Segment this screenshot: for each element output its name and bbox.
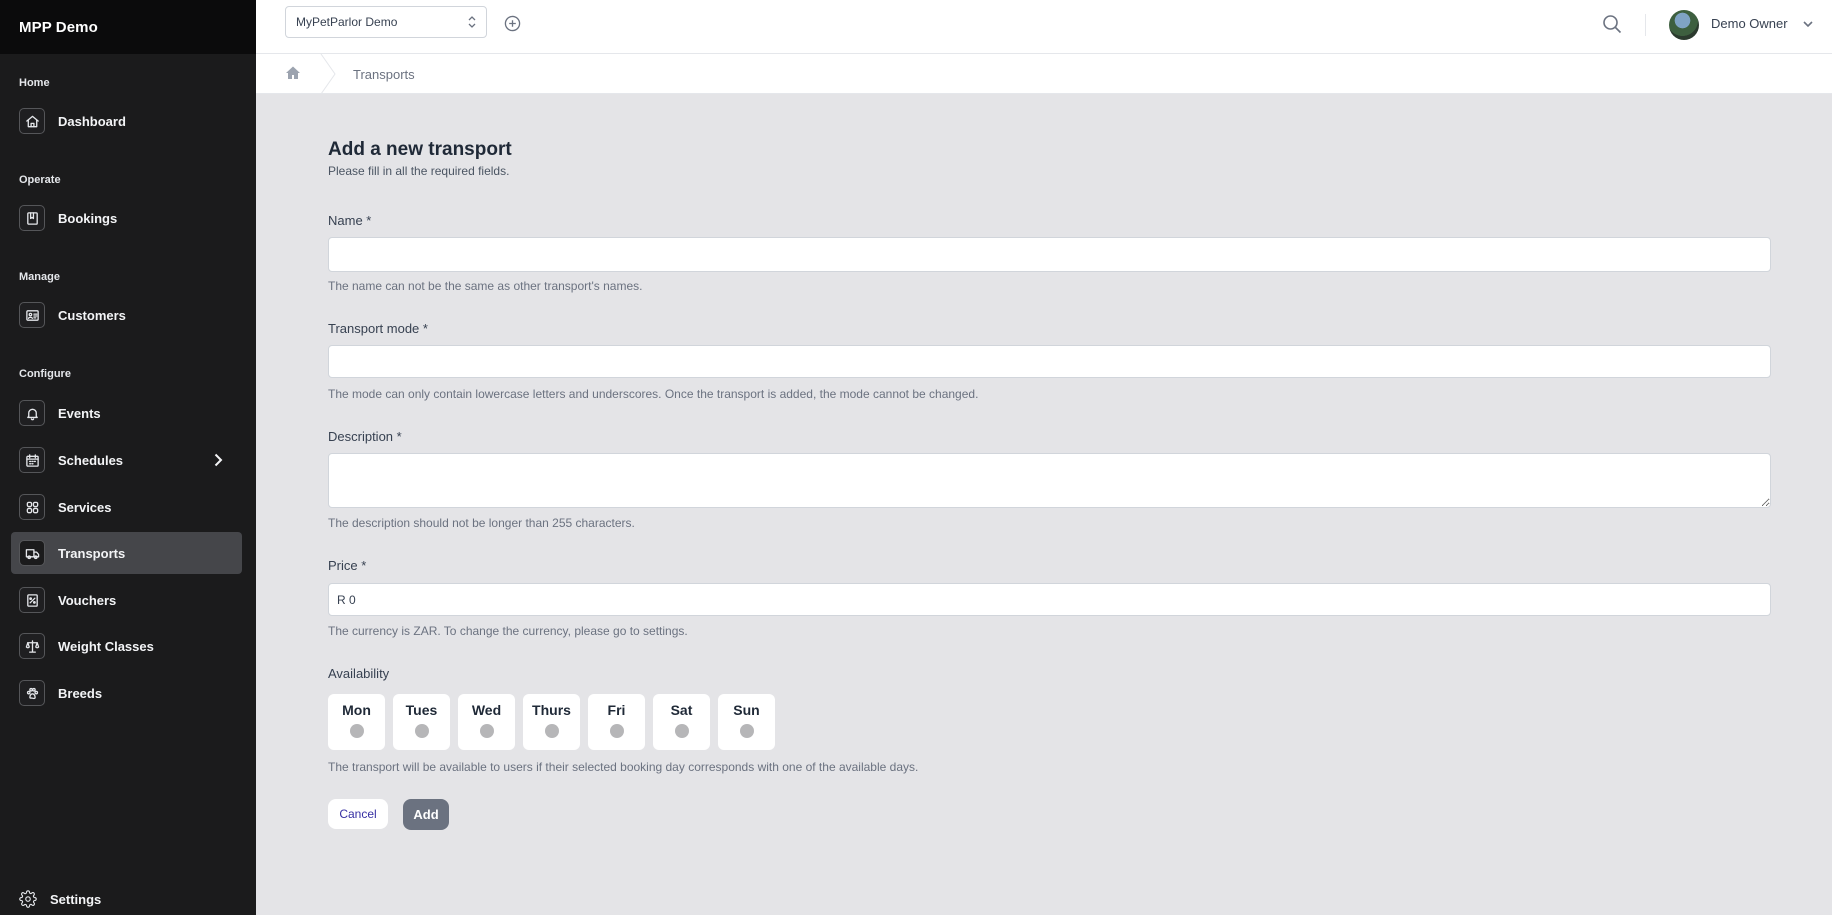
availability-help: The transport will be available to users… <box>328 760 919 774</box>
app-title: MPP Demo <box>0 0 256 54</box>
sidebar-section-configure: Configure <box>19 368 71 380</box>
description-textarea[interactable] <box>328 453 1771 508</box>
sidebar-item-customers[interactable]: Customers <box>11 294 242 336</box>
sidebar-item-label: Dashboard <box>58 113 126 129</box>
sidebar-section-operate: Operate <box>19 174 61 186</box>
day-toggle[interactable] <box>479 724 494 738</box>
sidebar: MPP Demo Home Dashboard Operate Bookings… <box>0 0 256 915</box>
organization-select-value: MyPetParlor Demo <box>296 15 398 29</box>
id-card-icon <box>19 302 45 328</box>
day-toggle[interactable] <box>674 724 689 738</box>
sidebar-item-services[interactable]: Services <box>11 486 242 528</box>
sidebar-item-bookings[interactable]: Bookings <box>11 197 242 239</box>
sidebar-section-home: Home <box>19 77 50 89</box>
day-toggle[interactable] <box>609 724 624 738</box>
sidebar-item-label: Settings <box>50 891 102 907</box>
calendar-icon <box>19 447 45 473</box>
price-label: Price * <box>328 558 367 573</box>
chevron-right-icon[interactable] <box>210 452 226 468</box>
sidebar-item-label: Vouchers <box>58 592 117 608</box>
sidebar-item-weight-classes[interactable]: Weight Classes <box>11 625 242 667</box>
sidebar-item-label: Services <box>58 499 112 515</box>
search-icon <box>1603 15 1622 34</box>
avatar[interactable] <box>1669 10 1699 40</box>
breadcrumb: Transports <box>256 53 1832 95</box>
sidebar-item-breeds[interactable]: Breeds <box>11 672 242 714</box>
gear-icon <box>19 890 50 908</box>
day-mon[interactable]: Mon <box>328 694 385 750</box>
select-updown-icon <box>468 16 476 28</box>
day-toggle[interactable] <box>349 724 364 738</box>
day-thurs[interactable]: Thurs <box>523 694 580 750</box>
day-label: Tues <box>405 702 438 718</box>
name-label: Name * <box>328 213 372 228</box>
sidebar-item-events[interactable]: Events <box>11 392 242 434</box>
sidebar-item-dashboard[interactable]: Dashboard <box>11 100 242 142</box>
description-help: The description should not be longer tha… <box>328 516 635 530</box>
sidebar-item-label: Customers <box>58 307 126 323</box>
organization-select[interactable]: MyPetParlor Demo <box>285 6 487 38</box>
sidebar-item-label: Weight Classes <box>58 638 154 654</box>
day-sun[interactable]: Sun <box>718 694 775 750</box>
day-toggle[interactable] <box>414 724 429 738</box>
name-input[interactable] <box>328 237 1771 272</box>
plus-circle-icon <box>504 15 521 32</box>
sidebar-section-manage: Manage <box>19 271 60 283</box>
user-name[interactable]: Demo Owner <box>1711 16 1788 31</box>
bell-icon <box>19 400 45 426</box>
day-wed[interactable]: Wed <box>458 694 515 750</box>
breadcrumb-current: Transports <box>353 67 415 82</box>
sidebar-item-settings[interactable]: Settings <box>19 890 101 908</box>
chevron-down-icon[interactable] <box>1802 17 1814 29</box>
description-label: Description * <box>328 429 402 444</box>
truck-icon <box>19 540 45 566</box>
book-icon <box>19 205 45 231</box>
sidebar-item-vouchers[interactable]: Vouchers <box>11 579 242 621</box>
paw-icon <box>19 680 45 706</box>
sidebar-item-label: Breeds <box>58 685 103 701</box>
home-breadcrumb-icon[interactable] <box>285 65 301 81</box>
sidebar-item-label: Schedules <box>58 452 124 468</box>
sidebar-item-label: Events <box>58 405 101 421</box>
name-help: The name can not be the same as other tr… <box>328 279 643 293</box>
day-fri[interactable]: Fri <box>588 694 645 750</box>
grid-icon <box>19 494 45 520</box>
breadcrumb-separator <box>320 53 336 95</box>
sidebar-item-transports[interactable]: Transports <box>11 532 242 574</box>
day-label: Fri <box>607 702 626 718</box>
availability-label: Availability <box>328 666 390 681</box>
scale-icon <box>19 633 45 659</box>
day-label: Sun <box>733 702 760 718</box>
day-label: Sat <box>670 702 693 718</box>
price-help: The currency is ZAR. To change the curre… <box>328 624 688 638</box>
sidebar-item-label: Bookings <box>58 210 118 226</box>
add-organization-button[interactable] <box>504 15 521 32</box>
voucher-icon <box>19 587 45 613</box>
search-button[interactable] <box>1602 14 1622 34</box>
top-bar: MyPetParlor Demo Demo Owner <box>256 0 1832 54</box>
day-sat[interactable]: Sat <box>653 694 710 750</box>
day-label: Mon <box>342 702 371 718</box>
day-label: Thurs <box>532 702 571 718</box>
page-subtitle: Please fill in all the required fields. <box>328 164 510 178</box>
price-input[interactable] <box>328 583 1771 616</box>
transport-mode-help: The mode can only contain lowercase lett… <box>328 387 979 401</box>
cancel-button[interactable]: Cancel <box>328 799 388 829</box>
day-label: Wed <box>471 702 502 718</box>
day-toggle[interactable] <box>544 724 559 738</box>
add-button[interactable]: Add <box>403 799 449 830</box>
day-tues[interactable]: Tues <box>393 694 450 750</box>
sidebar-item-label: Transports <box>58 545 126 561</box>
transport-mode-label: Transport mode * <box>328 321 428 336</box>
sidebar-item-schedules[interactable]: Schedules <box>11 439 242 481</box>
transport-mode-input[interactable] <box>328 345 1771 378</box>
page-title: Add a new transport <box>328 139 512 160</box>
topbar-divider <box>1645 14 1646 36</box>
availability-days: Mon Tues Wed Thurs Fri Sat Sun <box>328 694 775 750</box>
day-toggle[interactable] <box>739 724 754 738</box>
home-icon <box>19 108 45 134</box>
